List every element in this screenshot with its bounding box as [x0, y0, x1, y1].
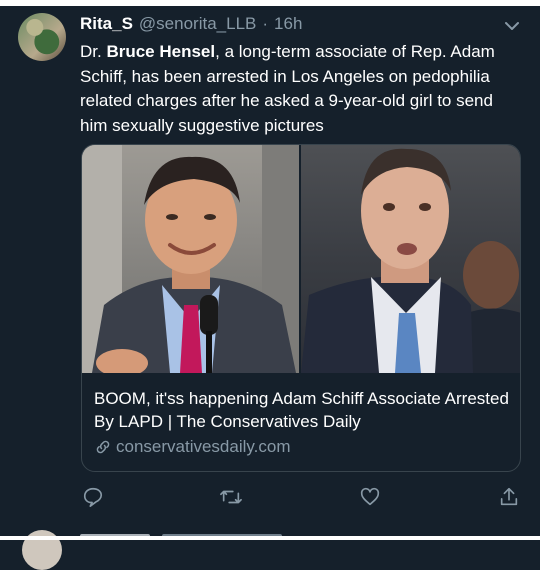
retweet-icon[interactable]: [218, 484, 244, 510]
share-icon[interactable]: [496, 484, 522, 510]
tweet-text-prefix: Dr.: [80, 42, 107, 61]
tweet-text: Dr. Bruce Hensel, a long-term associate …: [80, 40, 525, 138]
display-name[interactable]: Rita_S: [80, 14, 133, 34]
card-image[interactable]: [82, 145, 520, 373]
chevron-down-icon[interactable]: [500, 14, 524, 38]
card-photo-right: [301, 145, 520, 373]
top-frame-edge: [0, 0, 540, 6]
reply-icon[interactable]: [80, 484, 106, 510]
card-domain-text: conservativesdaily.com: [116, 437, 291, 456]
user-handle[interactable]: @senorita_LLB: [139, 14, 256, 34]
link-icon: [94, 438, 112, 456]
card-title[interactable]: BOOM, it'ss happening Adam Schiff Associ…: [94, 387, 509, 433]
link-card[interactable]: BOOM, it'ss happening Adam Schiff Associ…: [81, 144, 521, 472]
tweet-actions: [80, 484, 520, 510]
tweet-text-bold-name: Bruce Hensel: [106, 42, 216, 61]
separator-dot: ·: [262, 14, 269, 33]
heart-icon[interactable]: [357, 484, 383, 510]
timestamp[interactable]: 16h: [274, 14, 302, 34]
card-domain[interactable]: conservativesdaily.com: [94, 437, 290, 457]
tweet-header: Rita_S @senorita_LLB · 16h: [80, 14, 302, 36]
card-photo-left: [82, 145, 299, 373]
avatar[interactable]: [18, 13, 66, 61]
bottom-frame-edge: [0, 536, 540, 540]
